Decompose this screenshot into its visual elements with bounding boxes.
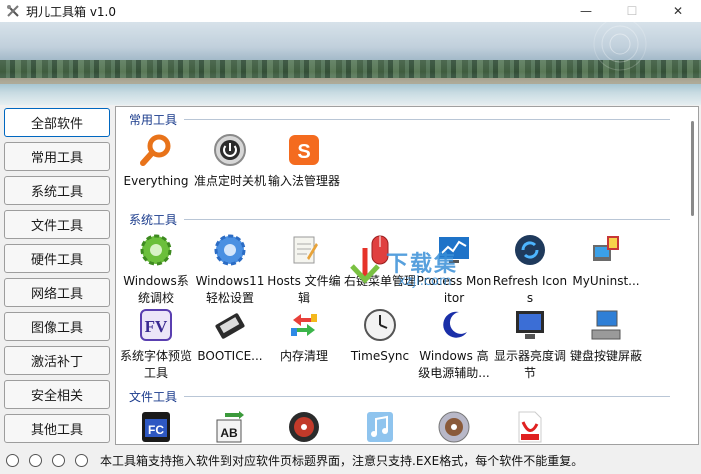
window-title: 玥儿工具箱 v1.0 <box>26 4 117 19</box>
watermark-logo: 下载集 xzji.com <box>342 240 482 300</box>
section-divider <box>184 219 670 220</box>
font-fv-icon: FV <box>139 308 173 342</box>
pdf-icon <box>513 410 547 444</box>
software-label: 显示器亮度调节 <box>493 349 566 380</box>
status-bar: 本工具箱支持拖入软件到对应软件页标题界面，注意只支持.EXE格式，每个软件不能重… <box>0 447 701 474</box>
software-label: MyUninst... <box>572 274 640 288</box>
software-label: Hosts 文件编辑 <box>267 274 341 305</box>
software-item[interactable]: TimeSync <box>342 308 418 365</box>
refresh-icon <box>513 233 547 267</box>
software-item[interactable] <box>266 410 342 444</box>
disk-tool-icon <box>213 308 247 342</box>
water-ripple-icon <box>593 22 647 71</box>
uninstall-icon <box>589 233 623 267</box>
section-title: 系统工具 <box>129 213 178 227</box>
green-gear-icon <box>139 233 173 267</box>
software-label: Everything <box>123 174 189 188</box>
close-button[interactable]: ✕ <box>655 0 701 22</box>
keyboard-computer-icon <box>589 308 623 342</box>
disc-burn-icon <box>287 410 321 444</box>
software-item[interactable]: 键盘按键屏蔽 <box>568 308 644 365</box>
clock-icon <box>363 308 397 342</box>
title-bar: 玥儿工具箱 v1.0 — ☐ ✕ <box>0 0 701 22</box>
tools-icon <box>7 5 19 17</box>
software-item[interactable]: BOOTICE... <box>192 308 268 365</box>
software-label: TimeSync <box>350 349 410 363</box>
window-controls: — ☐ ✕ <box>563 0 701 22</box>
svg-text:FC: FC <box>148 423 164 437</box>
software-item[interactable]: AB <box>192 410 268 444</box>
download-arrow-icon <box>350 248 380 284</box>
svg-text:AB: AB <box>220 426 238 440</box>
notepad-icon <box>287 233 321 267</box>
category-button[interactable]: 常用工具 <box>4 142 110 171</box>
scrollbar-thumb[interactable] <box>691 121 694 216</box>
section-title: 常用工具 <box>129 113 178 127</box>
section-title: 文件工具 <box>129 390 178 404</box>
music-file-icon <box>363 410 397 444</box>
recycle-arrows-icon <box>287 308 321 342</box>
software-item[interactable]: 内存清理 <box>266 308 342 365</box>
software-item[interactable]: Windows系统调校 <box>118 233 194 307</box>
software-item[interactable]: FV 系统字体预览工具 <box>118 308 194 382</box>
section-divider <box>184 119 670 120</box>
category-button[interactable]: 硬件工具 <box>4 244 110 273</box>
moon-icon <box>437 308 471 342</box>
section-divider <box>184 396 670 397</box>
radio-option-3[interactable] <box>52 454 65 467</box>
blue-gear-icon <box>213 233 247 267</box>
banner-image <box>0 22 701 105</box>
software-label: BOOTICE... <box>197 349 263 363</box>
software-item[interactable]: 准点定时关机 <box>192 133 268 190</box>
sogou-input-icon: S <box>287 133 321 167</box>
radio-option-4[interactable] <box>75 454 88 467</box>
display-icon <box>513 308 547 342</box>
software-label: Windows11轻松设置 <box>195 274 265 305</box>
category-button[interactable]: 全部软件 <box>4 108 110 137</box>
category-button[interactable]: 图像工具 <box>4 312 110 341</box>
software-item[interactable]: S 输入法管理器 <box>266 133 342 190</box>
software-label: 键盘按键屏蔽 <box>569 349 642 363</box>
category-button[interactable]: 网络工具 <box>4 278 110 307</box>
minimize-button[interactable]: — <box>563 0 609 22</box>
category-button[interactable]: 其他工具 <box>4 414 110 443</box>
software-item[interactable]: Everything <box>118 133 194 190</box>
svg-text:S: S <box>297 141 310 163</box>
category-button[interactable]: 系统工具 <box>4 176 110 205</box>
software-label: 系统字体预览工具 <box>119 349 192 380</box>
magnifier-icon <box>139 133 173 167</box>
software-item[interactable]: Windows11轻松设置 <box>192 233 268 307</box>
software-label: 准点定时关机 <box>193 174 266 188</box>
software-item[interactable]: MyUninst... <box>568 233 644 290</box>
software-label: Windows系统调校 <box>123 274 189 305</box>
software-item[interactable]: 显示器亮度调节 <box>492 308 568 382</box>
ab-rename-icon: AB <box>213 410 247 444</box>
fc-copy-icon: FC <box>139 410 173 444</box>
radio-option-2[interactable] <box>29 454 42 467</box>
software-item[interactable] <box>342 410 418 444</box>
dvd-icon <box>437 410 471 444</box>
category-button[interactable]: 激活补丁 <box>4 346 110 375</box>
category-button[interactable]: 安全相关 <box>4 380 110 409</box>
software-item[interactable]: Windows 高级电源辅助... <box>416 308 492 382</box>
software-item[interactable]: Refresh Icons <box>492 233 568 307</box>
software-label: Refresh Icons <box>492 274 568 305</box>
power-icon <box>213 133 247 167</box>
software-item[interactable] <box>416 410 492 444</box>
svg-text:FV: FV <box>145 317 168 336</box>
radio-option-1[interactable] <box>6 454 19 467</box>
status-text: 本工具箱支持拖入软件到对应软件页标题界面，注意只支持.EXE格式，每个软件不能重… <box>100 454 584 468</box>
software-item[interactable]: FC <box>118 410 194 444</box>
software-label: Windows 高级电源辅助... <box>418 349 490 380</box>
category-button[interactable]: 文件工具 <box>4 210 110 239</box>
software-label: 内存清理 <box>279 349 328 363</box>
software-item[interactable] <box>492 410 568 444</box>
software-label: 输入法管理器 <box>267 174 340 188</box>
watermark-sub: xzji.com <box>398 274 452 289</box>
software-item[interactable]: Hosts 文件编辑 <box>266 233 342 307</box>
maximize-button[interactable]: ☐ <box>609 0 655 22</box>
